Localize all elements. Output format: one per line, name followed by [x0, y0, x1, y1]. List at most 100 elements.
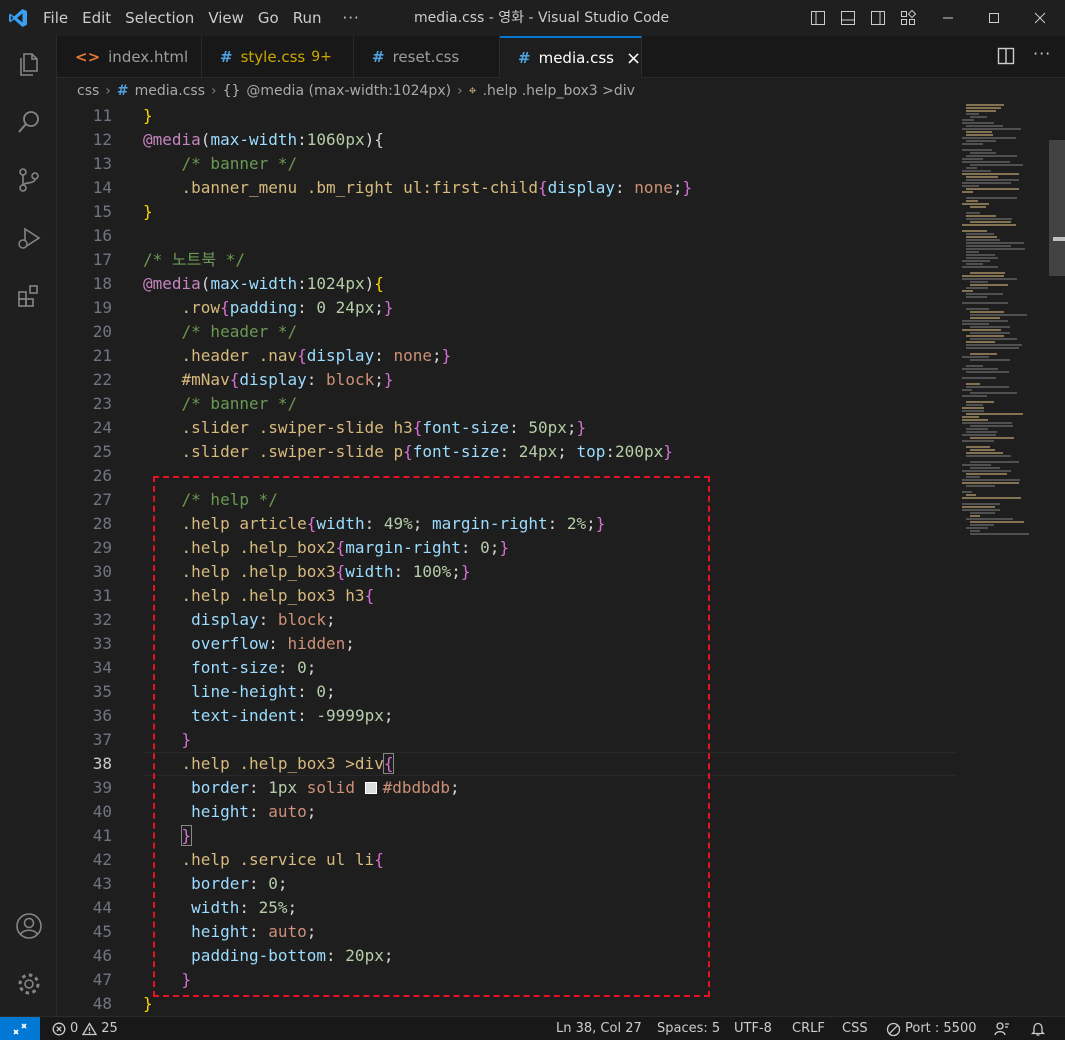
source-control-icon[interactable] [0, 156, 57, 204]
cursor-position[interactable]: Ln 38, Col 27 [556, 1017, 642, 1040]
settings-gear-icon[interactable] [0, 960, 57, 1008]
line-number: 33 [92, 634, 112, 653]
run-debug-icon[interactable] [0, 214, 57, 262]
toggle-primary-sidebar-icon[interactable] [806, 6, 830, 30]
minimap-line [962, 491, 972, 493]
explorer-icon[interactable] [0, 40, 57, 88]
line-number: 16 [92, 226, 112, 245]
search-icon[interactable] [0, 98, 57, 146]
customize-layout-icon[interactable] [896, 6, 920, 30]
split-editor-icon[interactable] [997, 47, 1015, 69]
eol-status[interactable]: CRLF [792, 1017, 825, 1040]
menu-file[interactable]: File [36, 0, 75, 36]
encoding-status[interactable]: UTF-8 [734, 1017, 772, 1040]
tab-style-css[interactable]: # style.css 9+ [202, 36, 354, 78]
minimap-line [966, 188, 1019, 190]
toggle-panel-icon[interactable] [836, 6, 860, 30]
minimap-line [966, 494, 976, 496]
scrollbar-thumb[interactable] [1049, 140, 1065, 276]
language-mode[interactable]: CSS [842, 1017, 868, 1040]
more-actions-icon[interactable]: ··· [1033, 44, 1051, 63]
tab-media-css[interactable]: # media.css × [500, 36, 642, 78]
live-server-status[interactable]: Port : 5500 [886, 1017, 977, 1040]
accounts-icon[interactable] [0, 902, 57, 950]
minimap-line [966, 140, 996, 142]
line-number: 36 [92, 706, 112, 725]
code-line: 28 .help article{width: 49%; margin-righ… [57, 512, 957, 536]
extensions-icon[interactable] [0, 272, 57, 320]
minimap-line [966, 341, 995, 343]
breadcrumb-selector[interactable]: .help .help_box3 >div [483, 83, 635, 99]
breadcrumb-file[interactable]: media.css [135, 83, 205, 99]
line-number: 48 [92, 994, 112, 1013]
minimap-line [966, 212, 980, 214]
toggle-secondary-sidebar-icon[interactable] [866, 6, 890, 30]
scrollbar-cursor-marker [1053, 237, 1065, 241]
problems-status[interactable]: 0 25 [52, 1017, 118, 1040]
minimap[interactable] [962, 104, 1050, 544]
minimap-line [966, 131, 992, 133]
minimap-line [966, 347, 1019, 349]
remote-icon[interactable] [0, 1017, 40, 1040]
code-editor[interactable]: 11} 12 @media(max-width:1060px){ 13 /* ba… [57, 104, 1065, 1016]
status-bar: 0 25 Ln 38, Col 27 Spaces: 5 UTF-8 CRLF … [0, 1016, 1065, 1040]
minimap-line [966, 296, 987, 298]
minimap-line [962, 278, 1017, 280]
menu-edit[interactable]: Edit [75, 0, 118, 36]
tab-index-html[interactable]: <> index.html [57, 36, 202, 78]
minimap-line [966, 518, 1013, 520]
code-line: 43 border: 0; [57, 872, 957, 896]
minimap-line [962, 149, 992, 151]
menu-run[interactable]: Run [286, 0, 329, 36]
code-line-current: 38 .help .help_box3 >div{ [57, 752, 957, 776]
menu-more[interactable]: ··· [329, 0, 374, 36]
menu-view[interactable]: View [201, 0, 251, 36]
code-line: 37 } [57, 728, 957, 752]
minimap-line [966, 242, 1024, 244]
minimap-line [970, 353, 997, 355]
code-line: 25 .slider .swiper-slide p{font-size: 24… [57, 440, 957, 464]
minimap-line [962, 422, 1012, 424]
error-icon [52, 1022, 66, 1036]
activity-bar [0, 36, 57, 1016]
minimap-line [966, 107, 1001, 109]
code-line: 20 /* header */ [57, 320, 957, 344]
minimap-line [966, 104, 1004, 106]
minimap-line [966, 365, 983, 367]
minimap-line [966, 179, 1019, 181]
tab-reset-css[interactable]: # reset.css [354, 36, 500, 78]
minimap-line [966, 155, 1017, 157]
feedback-icon[interactable] [994, 1017, 1010, 1040]
breadcrumb-folder[interactable]: css [77, 83, 99, 99]
close-tab-icon[interactable]: × [626, 48, 641, 69]
color-swatch[interactable] [364, 782, 377, 794]
minimap-line [970, 437, 1014, 439]
code-line: 17/* 노트북 */ [57, 248, 957, 272]
minimap-line [966, 167, 977, 169]
minimap-line [962, 191, 973, 193]
code-line: 44 width: 25%; [57, 896, 957, 920]
minimap-line [966, 125, 1003, 127]
line-number: 32 [92, 610, 112, 629]
line-number: 11 [92, 106, 112, 125]
menu-go[interactable]: Go [251, 0, 286, 36]
minimap-line [966, 527, 988, 529]
code-line: 30 .help .help_box3{width: 100%;} [57, 560, 957, 584]
maximize-icon[interactable] [971, 0, 1017, 36]
minimize-icon[interactable] [925, 0, 971, 36]
window-controls [925, 0, 1063, 36]
notifications-bell-icon[interactable] [1030, 1017, 1046, 1040]
code-line: 31 .help .help_box3 h3{ [57, 584, 957, 608]
minimap-line [962, 440, 994, 442]
minimap-line [962, 320, 1008, 322]
close-window-icon[interactable] [1017, 0, 1063, 36]
minimap-line [962, 173, 1019, 175]
minimap-line [966, 344, 1022, 346]
indentation-status[interactable]: Spaces: 5 [657, 1017, 720, 1040]
minimap-line [962, 470, 1011, 472]
menu-selection[interactable]: Selection [118, 0, 201, 36]
minimap-line [962, 356, 989, 358]
breadcrumb-scope[interactable]: @media (max-width:1024px) [246, 83, 451, 99]
minimap-line [962, 185, 979, 187]
vertical-scrollbar[interactable] [1049, 104, 1065, 1016]
